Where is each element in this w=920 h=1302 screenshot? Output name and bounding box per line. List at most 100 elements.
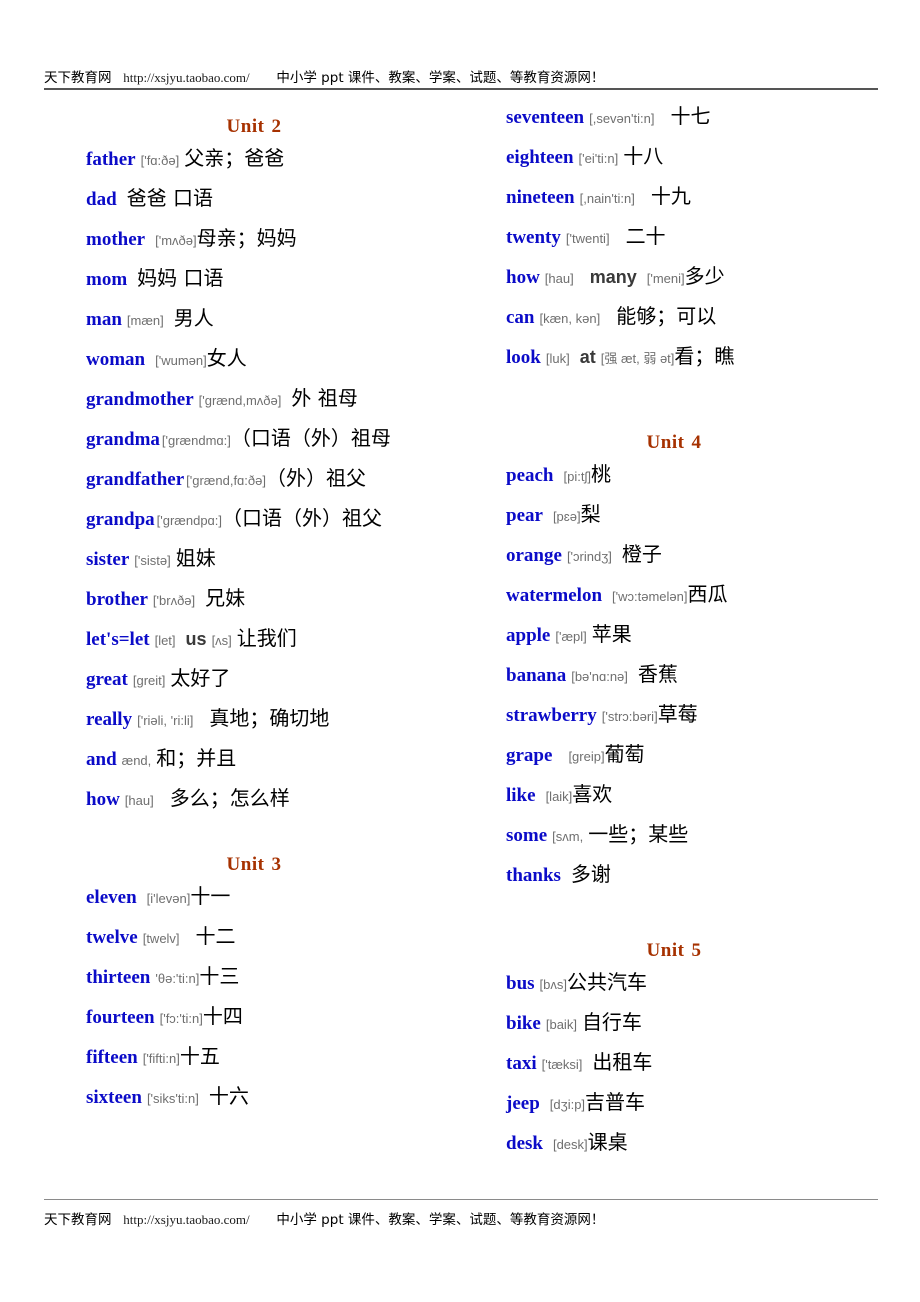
entry-phonetic: ['riəli, 'ri:li]: [137, 713, 194, 728]
unit-label: Unit: [226, 854, 265, 875]
unit-number: 2: [271, 116, 282, 137]
entry-word: dad: [86, 189, 117, 210]
entry-translation: 十六: [208, 1084, 249, 1108]
entry-phonetic: [baik]: [545, 1017, 577, 1032]
unit-heading-5: Unit 5: [464, 940, 884, 962]
entry-phonetic: [pi:tʃ]: [563, 469, 591, 484]
right-column: seventeen [,sevən'ti:n] 十七 eighteen ['ei'ti…: [464, 96, 884, 1162]
entry-word: strawberry: [506, 705, 597, 726]
entry-word: thirteen: [86, 967, 151, 988]
entry-phonetic: [laik]: [545, 789, 573, 804]
entry-phonetic: ['grænd,fɑ:ðə]: [186, 473, 266, 488]
entry-phonetic: ['brʌðə]: [152, 593, 196, 608]
list-item: woman ['wumən]女人: [44, 338, 464, 378]
list-item: mother ['mʌðə]母亲；妈妈: [44, 218, 464, 258]
entry-translation: 二十: [625, 224, 666, 248]
entry-word: grandfather: [86, 469, 185, 490]
list-item: sixteen ['siks'ti:n] 十六: [44, 1076, 464, 1116]
entry-word: great: [86, 669, 128, 690]
entry-phonetic: ['grændmɑ:]: [161, 433, 231, 448]
entry-word: watermelon: [506, 585, 603, 606]
entry-word: grandma: [86, 429, 160, 450]
list-item: sister ['sistə] 姐妹: [44, 538, 464, 578]
list-item: can [kæn, kən] 能够；可以: [464, 296, 884, 336]
entry-phonetic: ['wumən]: [155, 353, 207, 368]
entry-translation: 十三: [199, 964, 240, 988]
entry-word: thanks: [506, 865, 561, 886]
entry-translation: 多么；怎么样: [169, 786, 290, 810]
entry-phonetic: ['ei'ti:n]: [578, 151, 619, 166]
entry-translation: 兄妹: [205, 586, 246, 610]
entry-phonetic: ['ɔrindʒ]: [566, 549, 612, 564]
entry-translation: 桃: [590, 462, 611, 486]
list-item: bus [bʌs]公共汽车: [464, 962, 884, 1002]
list-item: watermelon ['wɔ:təmelən]西瓜: [464, 574, 884, 614]
list-item: desk [desk]课桌: [464, 1122, 884, 1162]
entry-translation: 让我们: [236, 626, 297, 650]
unit-heading-2: Unit 2: [44, 116, 464, 138]
entry-phonetic: ['sistə]: [134, 553, 171, 568]
entry-word-secondary: at: [579, 347, 596, 367]
entry-translation: 出租车: [592, 1050, 653, 1074]
footer-divider: [44, 1199, 878, 1200]
list-item: look [luk] at [强 æt, 弱 ət]看；瞧: [464, 336, 884, 376]
entry-word: seventeen: [506, 107, 585, 128]
entry-translation: 十五: [179, 1044, 220, 1068]
list-item: man [mæn] 男人: [44, 298, 464, 338]
entry-phonetic: [bʌs]: [539, 977, 567, 992]
list-item: thirteen 'θə:'ti:n]十三: [44, 956, 464, 996]
entry-translation: 十四: [202, 1004, 243, 1028]
unit-number: 3: [271, 854, 282, 875]
entry-phonetic: [,sevən'ti:n]: [589, 111, 655, 126]
entry-phonetic: ['wɔ:təmelən]: [612, 589, 688, 604]
entry-word: sister: [86, 549, 130, 570]
entry-phonetic: [greit]: [132, 673, 166, 688]
entry-translation: 西瓜: [687, 582, 728, 606]
entry-word: how: [86, 789, 120, 810]
entry-phonetic-secondary: [强 æt, 弱 ət]: [600, 351, 675, 366]
entry-word: mom: [86, 269, 128, 290]
entry-word: like: [506, 785, 536, 806]
entry-translation: 母亲；妈妈: [196, 226, 297, 250]
entry-word: brother: [86, 589, 148, 610]
content-columns: Unit 2 father ['fɑ:ðə] 父亲；爸爸 dad 爸爸 口语 mothe…: [0, 96, 920, 1192]
entry-word: pear: [506, 505, 543, 526]
entry-translation: 苹果: [591, 622, 632, 646]
entry-word-secondary: us: [185, 629, 207, 649]
list-item: grandfather ['grænd,fɑ:ðə]（外）祖父: [44, 458, 464, 498]
entry-translation: 十九: [650, 184, 691, 208]
entry-word: can: [506, 307, 535, 328]
entry-translation: 十二: [195, 924, 236, 948]
entry-phonetic-secondary: [ʌs]: [211, 633, 232, 648]
list-item: eleven [i'levən]十一: [44, 876, 464, 916]
list-item: grandpa ['grændpɑ:]（口语（外）祖父: [44, 498, 464, 538]
header-site-name: 天下教育网: [44, 70, 112, 86]
list-item: great [greit] 太好了: [44, 658, 464, 698]
entry-word: woman: [86, 349, 146, 370]
entry-phonetic: ['strɔ:bəri]: [601, 709, 658, 724]
entry-translation: （口语（外）祖母: [230, 426, 391, 450]
entry-phonetic: ['grændpɑ:]: [156, 513, 222, 528]
entry-word: twelve: [86, 927, 138, 948]
list-item: pear [pɛə]梨: [464, 494, 884, 534]
entry-translation: （外）祖父: [265, 466, 366, 490]
entry-translation: （口语（外）祖父: [222, 506, 382, 530]
entry-phonetic: [hau]: [544, 271, 574, 286]
list-item: apple ['æpl] 苹果: [464, 614, 884, 654]
entry-word: some: [506, 825, 548, 846]
entry-phonetic: ['fɑ:ðə]: [140, 153, 180, 168]
list-item: fourteen ['fɔ:'ti:n]十四: [44, 996, 464, 1036]
entry-translation: 一些；某些: [588, 822, 689, 846]
list-item: how [hau] many ['meni]多少: [464, 256, 884, 296]
list-item: taxi ['tæksi] 出租车: [464, 1042, 884, 1082]
entry-translation: 吉普车: [585, 1090, 646, 1114]
entry-translation: 十一: [190, 884, 231, 908]
entry-translation: 自行车: [581, 1010, 642, 1034]
left-column: Unit 2 father ['fɑ:ðə] 父亲；爸爸 dad 爸爸 口语 mothe…: [44, 96, 464, 1116]
entry-word: mother: [86, 229, 146, 250]
entry-translation: 外 祖母: [291, 386, 358, 410]
entry-word: banana: [506, 665, 567, 686]
entry-word: twenty: [506, 227, 561, 248]
list-item: grandma ['grændmɑ:]（口语（外）祖母: [44, 418, 464, 458]
list-item: bike [baik] 自行车: [464, 1002, 884, 1042]
